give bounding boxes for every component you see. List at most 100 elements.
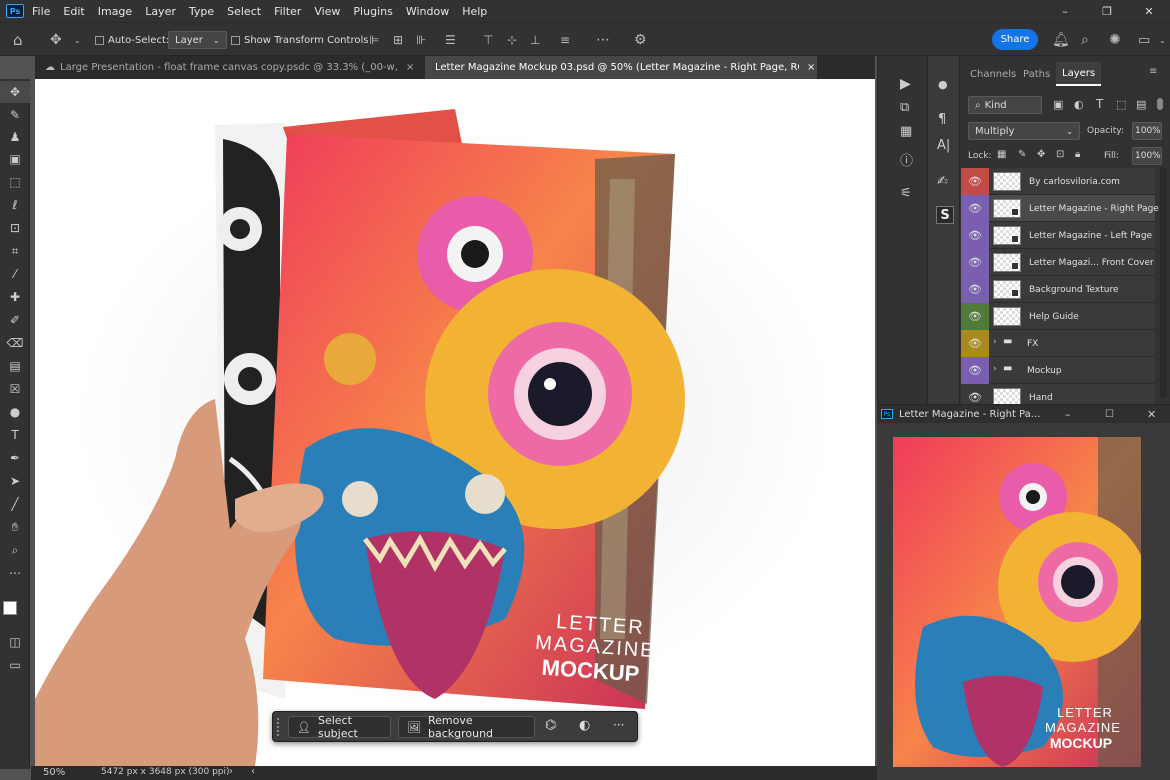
visibility-eye-icon[interactable]: 👁︎ (961, 195, 989, 222)
foreground-color-swatch[interactable] (3, 601, 17, 615)
menu-layer[interactable]: Layer (145, 5, 176, 18)
crop-tool-icon[interactable]: ⌗ (0, 240, 30, 262)
maximize-icon[interactable]: ☐ (1105, 409, 1114, 420)
menu-image[interactable]: Image (98, 5, 132, 18)
lightbulb-icon[interactable]: ✺ (1109, 23, 1121, 57)
close-window-button[interactable]: ✕ (1132, 0, 1166, 22)
brush-settings-icon[interactable]: ✍ (937, 174, 948, 189)
image-panel-icon[interactable]: ▦ (900, 124, 912, 139)
layer-row[interactable]: 👁︎ By carlosviloria.com (961, 168, 1155, 195)
restore-button[interactable]: ❐ (1090, 0, 1124, 22)
menu-filter[interactable]: Filter (274, 5, 301, 18)
menu-type[interactable]: Type (189, 5, 214, 18)
filter-smart-icon[interactable]: ▤ (1136, 98, 1146, 111)
drag-handle-icon[interactable] (277, 718, 280, 736)
minimize-icon[interactable]: – (1065, 408, 1071, 421)
align-middle-icon[interactable]: ⊹ (507, 23, 517, 57)
line-tool-icon[interactable]: ╱ (0, 493, 30, 515)
lock-artboard-icon[interactable]: ⊡ (1056, 149, 1064, 160)
menu-window[interactable]: Window (406, 5, 449, 18)
stamp-tool-icon[interactable]: ♟ (0, 126, 30, 148)
show-transform-checkbox[interactable]: Show Transform Controls (231, 23, 368, 57)
distribute-vertical-icon[interactable]: ≡ (560, 23, 570, 57)
home-icon[interactable]: ⌂ (13, 23, 23, 57)
layer-row[interactable]: 👁︎ Letter Magazine - Left Page (961, 222, 1155, 249)
visibility-eye-icon[interactable]: 👁︎ (961, 276, 989, 303)
lock-transparent-icon[interactable]: ▦ (997, 149, 1006, 160)
move-tool-icon[interactable]: ✥ (50, 23, 62, 57)
quick-mask-icon[interactable]: ◫ (0, 631, 30, 653)
align-bottom-icon[interactable]: ⊥ (530, 23, 540, 57)
minimize-button[interactable]: – (1048, 0, 1082, 22)
distribute-icon[interactable]: ☰ (445, 23, 456, 57)
chevron-right-icon[interactable]: › (229, 766, 233, 777)
styles-icon[interactable]: S (936, 206, 954, 224)
marquee-tool-icon[interactable]: ⬚ (0, 171, 30, 193)
pen-tool-icon[interactable]: ✒ (0, 447, 30, 469)
menu-file[interactable]: File (32, 5, 50, 18)
visibility-eye-icon[interactable]: 👁︎ (961, 249, 989, 276)
align-top-icon[interactable]: ⊤ (483, 23, 493, 57)
filter-kind-dropdown[interactable]: ⌕ Kind (968, 96, 1042, 114)
blend-mode-dropdown[interactable]: Multiply ⌄ (968, 122, 1080, 140)
tab-large-presentation[interactable]: ☁ Large Presentation - float frame canva… (35, 56, 423, 79)
layer-row[interactable]: 👁︎ Background Texture (961, 276, 1155, 303)
paint-brush-icon[interactable]: ✐ (0, 309, 30, 331)
color-icon[interactable]: ● (938, 78, 948, 91)
tab-letter-magazine[interactable]: Letter Magazine Mockup 03.psd @ 50% (Let… (425, 56, 817, 79)
screen-mode-icon[interactable]: ▭ (0, 654, 30, 676)
tab-close-icon[interactable]: × (807, 62, 815, 73)
move-tool-icon[interactable]: ✥ (0, 81, 30, 103)
align-left-icon[interactable]: ⊫ (369, 23, 379, 57)
filter-shape-icon[interactable]: ⬚ (1116, 98, 1126, 111)
opacity-input[interactable]: 100% (1132, 122, 1162, 140)
artboard-tool-icon[interactable]: ▣ (0, 148, 30, 170)
layer-row[interactable]: 👁︎ › ▬ Mockup (961, 357, 1155, 384)
blur-tool-icon[interactable]: ● (0, 401, 30, 423)
zoom-tool-icon[interactable]: ⌕ (0, 539, 30, 561)
adjustment-icon[interactable]: ◐ (579, 718, 590, 733)
select-subject-button[interactable]: 👤︎ Select subject (288, 714, 391, 740)
filter-pixel-icon[interactable]: ▣ (1053, 98, 1063, 111)
visibility-eye-icon[interactable]: 👁︎ (961, 303, 989, 330)
type-tool-icon[interactable]: T (0, 424, 30, 446)
hand-tool-icon[interactable]: ✋︎ (0, 516, 30, 538)
tab-layers[interactable]: Layers (1056, 62, 1102, 86)
menu-view[interactable]: View (314, 5, 340, 18)
filter-toggle[interactable] (1157, 98, 1163, 110)
more-tools-icon[interactable]: ⋯ (0, 562, 30, 584)
floating-window-titlebar[interactable]: Ps Letter Magazine - Right Pa... – ☐ ✕ (877, 405, 1170, 423)
object-select-tool-icon[interactable]: ⊡ (0, 217, 30, 239)
scroll-left-icon[interactable]: ‹ (251, 766, 255, 777)
expand-chevron-icon[interactable]: › (993, 337, 997, 347)
layer-row[interactable]: 👁︎ Letter Magazi... Front Cover (961, 249, 1155, 276)
menu-plugins[interactable]: Plugins (353, 5, 392, 18)
expand-chevron-icon[interactable]: › (993, 364, 997, 374)
transform-icon[interactable]: ⌬ (545, 718, 556, 733)
tab-close-icon[interactable]: × (406, 62, 414, 73)
filter-adjustment-icon[interactable]: ◐ (1074, 98, 1084, 111)
lock-pixels-icon[interactable]: ✎ (1018, 149, 1026, 160)
menu-edit[interactable]: Edit (63, 5, 84, 18)
frame-tool-icon[interactable]: ☒ (0, 378, 30, 400)
eyedropper-tool-icon[interactable]: ⁄ (0, 263, 30, 285)
visibility-eye-icon[interactable]: 👁︎ (961, 330, 989, 357)
search-icon[interactable]: ⌕ (1081, 23, 1089, 57)
eraser-tool-icon[interactable]: ⌫ (0, 332, 30, 354)
gear-icon[interactable]: ⚙ (634, 23, 647, 57)
properties-icon[interactable]: ⚟ (900, 186, 912, 201)
zoom-level[interactable]: 50% (43, 767, 65, 778)
more-options-icon[interactable]: ⋯ (596, 23, 610, 57)
gradient-tool-icon[interactable]: ▤ (0, 355, 30, 377)
tool-preset-chevron-icon[interactable]: ⌄ (74, 23, 81, 57)
layer-row[interactable]: 👁︎ Help Guide (961, 303, 1155, 330)
layer-row[interactable]: 👁︎ Letter Magazine - Right Page (961, 195, 1159, 222)
visibility-eye-icon[interactable]: 👁︎ (961, 222, 989, 249)
history-icon[interactable]: ⧉ (900, 100, 909, 115)
close-icon[interactable]: ✕ (1147, 408, 1156, 421)
lock-position-icon[interactable]: ✥ (1037, 149, 1045, 160)
paragraph-icon[interactable]: ¶ (938, 112, 946, 127)
lasso-tool-icon[interactable]: ℓ (0, 194, 30, 216)
share-button[interactable]: Share (992, 29, 1038, 50)
align-right-icon[interactable]: ⊪ (416, 23, 426, 57)
